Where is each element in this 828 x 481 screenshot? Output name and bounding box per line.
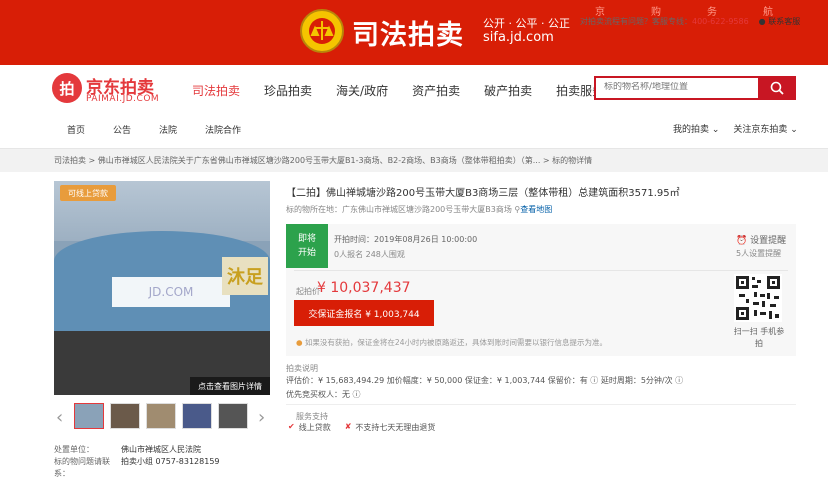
thumbnail-strip: ‹ › <box>54 403 270 431</box>
nav-judicial[interactable]: 司法拍卖 <box>192 82 240 99</box>
user-links: 我的拍卖 ⌄ 关注京东拍卖 ⌄ <box>673 122 812 135</box>
service-heading: 服务支持 <box>296 412 328 421</box>
help-phone: 400-622-9586 <box>692 17 749 26</box>
auction-panel: 即将 开始 开拍时间：2019年08月26日 10:00:00 0人报名 248… <box>286 224 796 356</box>
auction-info-heading: 拍卖说明 <box>286 364 318 373</box>
sub-nav: 首页 公告 法院 法院合作 <box>67 123 269 136</box>
set-reminder-button[interactable]: ⏰ 设置提醒 <box>736 233 786 246</box>
thumbnail[interactable] <box>182 403 212 429</box>
status-line-1: 即将 <box>297 234 316 244</box>
cross-icon: ✘ <box>344 422 352 431</box>
subnav-notice[interactable]: 公告 <box>113 123 131 136</box>
search-input[interactable] <box>604 82 754 92</box>
service-loan: 线上贷款 <box>298 423 331 432</box>
top-banner: 司法拍卖 公开 · 公平 · 公正 sifa.jd.com 京购务航 <box>0 0 828 65</box>
main-nav: 司法拍卖 珍品拍卖 海关/政府 资产拍卖 破产拍卖 拍卖服务 <box>192 82 628 99</box>
contact-service-label: 联系客服 <box>768 17 801 26</box>
qr-code-icon[interactable] <box>734 274 782 322</box>
view-map-link[interactable]: 查看地图 <box>520 205 552 214</box>
nav-bankruptcy[interactable]: 破产拍卖 <box>484 82 532 99</box>
main-photo[interactable]: JD.COM 沐足 可线上贷款 点击查看图片详情 <box>54 181 270 395</box>
auction-info-row: 评估价：¥ 15,683,494.29 加价幅度：¥ 50,000 保证金：¥ … <box>286 376 684 385</box>
help-text: 对拍卖流程有问题？客服专线： <box>580 17 692 26</box>
my-auctions-menu[interactable]: 我的拍卖 ⌄ <box>673 122 719 135</box>
unit-label: 处置单位： <box>54 445 94 454</box>
breadcrumb-bar: 司法拍卖 > 佛山市禅城区人民法院关于广东省佛山市禅城区塘沙路200号玉带大厦B… <box>0 148 828 172</box>
follow-menu[interactable]: 关注京东拍卖 ⌄ <box>733 122 797 135</box>
start-time: 开拍时间：2019年08月26日 10:00:00 <box>334 235 478 244</box>
contact-label: 标的物问题请联系： <box>54 457 110 478</box>
starting-price: ¥ 10,037,437 <box>317 280 411 296</box>
status-badge: 即将 开始 <box>286 224 328 268</box>
location-value: 广东佛山市禅城区塘沙路200号玉带大厦B3商场 <box>342 205 512 214</box>
panel-divider <box>294 270 788 271</box>
signup-counts: 0人报名 248人围观 <box>334 250 405 259</box>
thumbnail[interactable] <box>146 403 176 429</box>
pay-deposit-button[interactable]: 交保证金报名 ¥ 1,003,744 <box>294 300 434 326</box>
thumbnail[interactable] <box>110 403 140 429</box>
nav-asset[interactable]: 资产拍卖 <box>412 82 460 99</box>
subnav-court[interactable]: 法院 <box>159 123 177 136</box>
priority-bidder-row: 优先竞买权人：无 ⓘ <box>286 390 361 399</box>
unit-value: 佛山市禅城区人民法院 <box>121 445 201 454</box>
logo-mark-icon: 拍 <box>52 73 82 103</box>
section-divider <box>286 404 796 405</box>
check-icon: ✔ <box>288 422 295 431</box>
contact-service-link[interactable]: ● 联系客服 <box>759 17 801 26</box>
service-no-return: 不支持七天无理由退货 <box>355 423 436 432</box>
contact-value: 拍卖小组 0757-83128159 <box>121 457 220 466</box>
nav-treasure[interactable]: 珍品拍卖 <box>264 82 312 99</box>
thumbnail[interactable] <box>218 403 248 429</box>
photo-sign: 沐足 <box>222 257 268 295</box>
photo-watermark: JD.COM <box>112 277 230 307</box>
banner-title: 司法拍卖 <box>352 20 464 51</box>
item-title: 【二拍】佛山禅城塘沙路200号玉带大厦B3商场三层（整体带租）总建筑面积3571… <box>286 188 680 199</box>
search-button[interactable] <box>758 76 796 100</box>
qr-label: 扫一扫 手机参拍 <box>733 327 785 348</box>
banner-slogan: 公开 · 公平 · 公正 <box>483 17 570 30</box>
location-label: 标的物所在地： <box>286 205 342 214</box>
banner-url: sifa.jd.com <box>483 30 554 45</box>
jd-auction-logo[interactable]: 拍 京东拍卖 PAIMAI.JD.COM <box>52 73 182 107</box>
help-line: 对拍卖流程有问题？客服专线：400-622-9586 ● 联系客服 <box>580 16 800 27</box>
service-list: ✔ 线上贷款 ✘ 不支持七天无理由退货 <box>288 422 435 433</box>
notice-text: 如果没有获拍，保证金将在24小时内被原路返还，具体到账时间需要以银行信息提示为准… <box>304 338 607 347</box>
thumb-prev-icon[interactable]: ‹ <box>56 407 63 428</box>
breadcrumb[interactable]: 司法拍卖 > 佛山市禅城区人民法院关于广东省佛山市禅城区塘沙路200号玉带大厦B… <box>54 155 592 166</box>
subnav-cooperation[interactable]: 法院合作 <box>205 123 241 136</box>
court-emblem-icon <box>300 9 344 53</box>
reminder-count: 5人设置提醒 <box>736 249 782 258</box>
online-loan-badge: 可线上贷款 <box>60 185 116 201</box>
set-reminder-label: 设置提醒 <box>750 236 787 246</box>
thumb-next-icon[interactable]: › <box>258 407 265 428</box>
search-box <box>594 76 796 100</box>
search-icon <box>770 81 784 95</box>
nav-customs[interactable]: 海关/政府 <box>336 82 388 99</box>
alarm-clock-icon: ⏰ <box>736 236 748 246</box>
subnav-home[interactable]: 首页 <box>67 123 85 136</box>
thumbnail[interactable] <box>74 403 104 429</box>
view-all-images-button[interactable]: 点击查看图片详情 <box>190 377 270 395</box>
info-icon: ● <box>296 338 303 347</box>
deposit-notice: ● 如果没有获拍，保证金将在24小时内被原路返还，具体到账时间需要以银行信息提示… <box>296 337 607 348</box>
item-location: 标的物所在地：广东佛山市禅城区塘沙路200号玉带大厦B3商场 ⚲查看地图 <box>286 204 552 215</box>
status-line-2: 开始 <box>297 248 316 258</box>
logo-domain: PAIMAI.JD.COM <box>86 94 160 104</box>
